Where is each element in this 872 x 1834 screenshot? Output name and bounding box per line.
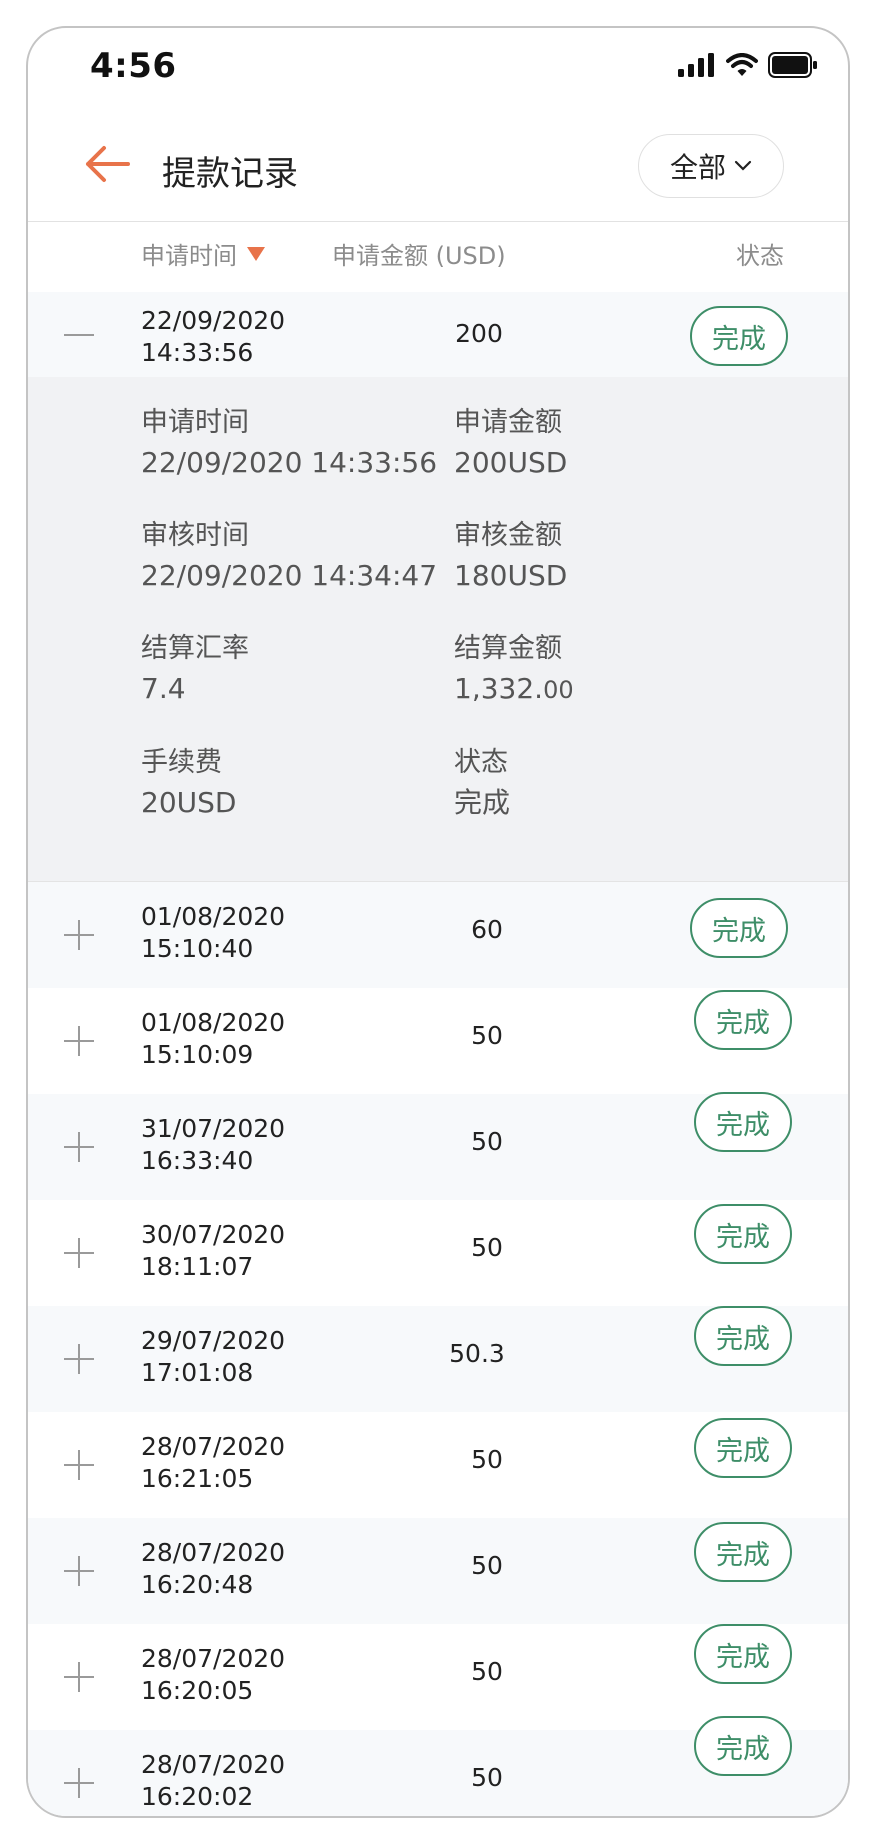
detail-fee: 手续费 20USD [141,747,237,819]
expand-plus-icon[interactable] [64,1238,94,1268]
row-amount: 50 [471,1551,503,1580]
status-badge: 完成 [694,1092,792,1152]
table-row[interactable]: 01/08/2020 15:10:40 60 完成 [28,882,848,988]
chevron-down-icon [734,160,752,171]
expand-plus-icon[interactable] [64,1026,94,1056]
filter-dropdown[interactable]: 全部 [638,134,784,198]
row-datetime: 01/08/2020 15:10:09 [141,1008,286,1069]
status-badge: 完成 [690,898,788,958]
detail-review-amount: 审核金额 180USD [454,520,568,592]
phone-frame: 4:56 提款记录 全部 申请时间 申请金额 (USD) 状态 22/09/20… [26,26,850,1818]
back-button[interactable] [84,144,130,184]
expand-plus-icon[interactable] [64,1450,94,1480]
app-screen: 4:56 提款记录 全部 申请时间 申请金额 (USD) 状态 22/09/20… [0,0,872,1834]
expand-plus-icon[interactable] [64,1132,94,1162]
table-row[interactable]: 28/07/2020 16:20:05 50 完成 [28,1624,848,1730]
page-title: 提款记录 [162,154,298,194]
row-datetime: 22/09/2020 14:33:56 [141,306,286,367]
wifi-icon [726,53,758,76]
row-amount: 50 [471,1763,503,1792]
table-row[interactable]: 30/07/2020 18:11:07 50 完成 [28,1200,848,1306]
settle-amount-decimal: 00 [543,676,574,704]
status-badge: 完成 [694,1306,792,1366]
row-datetime: 28/07/2020 16:20:48 [141,1538,286,1599]
row-amount: 200 [455,319,503,348]
expand-plus-icon[interactable] [64,1768,94,1798]
status-bar: 4:56 [28,28,848,108]
expand-plus-icon[interactable] [64,1556,94,1586]
expand-plus-icon[interactable] [64,1662,94,1692]
status-time: 4:56 [90,46,177,86]
detail-review-time: 审核时间 22/09/2020 14:34:47 [141,520,438,592]
row-amount: 50 [471,1127,503,1156]
table-row[interactable]: 29/07/2020 17:01:08 50.3 完成 [28,1306,848,1412]
back-arrow-icon [86,146,130,182]
row-amount: 50 [471,1657,503,1686]
status-badge: 完成 [694,1418,792,1478]
settle-amount-main: 1,332. [454,672,544,705]
row-datetime: 28/07/2020 16:21:05 [141,1432,286,1493]
table-row[interactable]: 31/07/2020 16:33:40 50 完成 [28,1092,848,1200]
status-badge: 完成 [690,306,788,366]
detail-status: 状态 完成 [454,747,511,819]
status-badge: 完成 [694,1204,792,1264]
row-datetime: 28/07/2020 16:20:05 [141,1644,286,1705]
table-row[interactable]: 01/08/2020 15:10:09 50 完成 [28,988,848,1094]
status-badge: 完成 [694,990,792,1050]
detail-settle-amount: 结算金额 1,332.00 [454,633,574,705]
row-amount: 50 [471,1445,503,1474]
table-row[interactable]: 28/07/2020 16:20:48 50 完成 [28,1518,848,1624]
withdrawal-details-panel: 申请时间 22/09/2020 14:33:56 申请金额 200USD 审核时… [28,377,848,882]
row-datetime: 30/07/2020 18:11:07 [141,1220,286,1281]
battery-icon [768,52,817,78]
status-badge: 完成 [694,1522,792,1582]
table-row-expanded[interactable]: 22/09/2020 14:33:56 200 完成 [28,292,848,377]
detail-apply-amount: 申请金额 200USD [454,407,568,479]
column-amount-header: 申请金额 (USD) [332,242,506,270]
nav-bar: 提款记录 全部 [28,108,848,222]
row-amount: 60 [471,915,503,944]
filter-label: 全部 [669,151,726,184]
table-row[interactable]: 28/07/2020 16:20:02 50 完成 [28,1716,848,1816]
detail-settle-rate: 结算汇率 7.4 [141,633,249,705]
row-datetime: 31/07/2020 16:33:40 [141,1114,286,1175]
row-amount: 50.3 [449,1339,505,1368]
row-amount: 50 [471,1021,503,1050]
signal-icon [678,53,714,77]
row-datetime: 28/07/2020 16:20:02 [141,1750,286,1811]
column-status-header: 状态 [736,242,784,270]
status-icons [678,52,818,78]
table-header: 申请时间 申请金额 (USD) 状态 [28,222,848,292]
expand-plus-icon[interactable] [64,920,94,950]
sort-desc-icon [247,246,265,261]
expand-plus-icon[interactable] [64,1344,94,1374]
row-datetime: 01/08/2020 15:10:40 [141,902,286,963]
collapse-minus-icon[interactable] [64,320,94,350]
table-row[interactable]: 28/07/2020 16:21:05 50 完成 [28,1412,848,1518]
status-badge: 完成 [694,1624,792,1684]
row-amount: 50 [471,1233,503,1262]
detail-apply-time: 申请时间 22/09/2020 14:33:56 [141,407,438,479]
row-datetime: 29/07/2020 17:01:08 [141,1326,286,1387]
status-badge: 完成 [694,1716,792,1776]
column-time-header[interactable]: 申请时间 [141,236,265,271]
